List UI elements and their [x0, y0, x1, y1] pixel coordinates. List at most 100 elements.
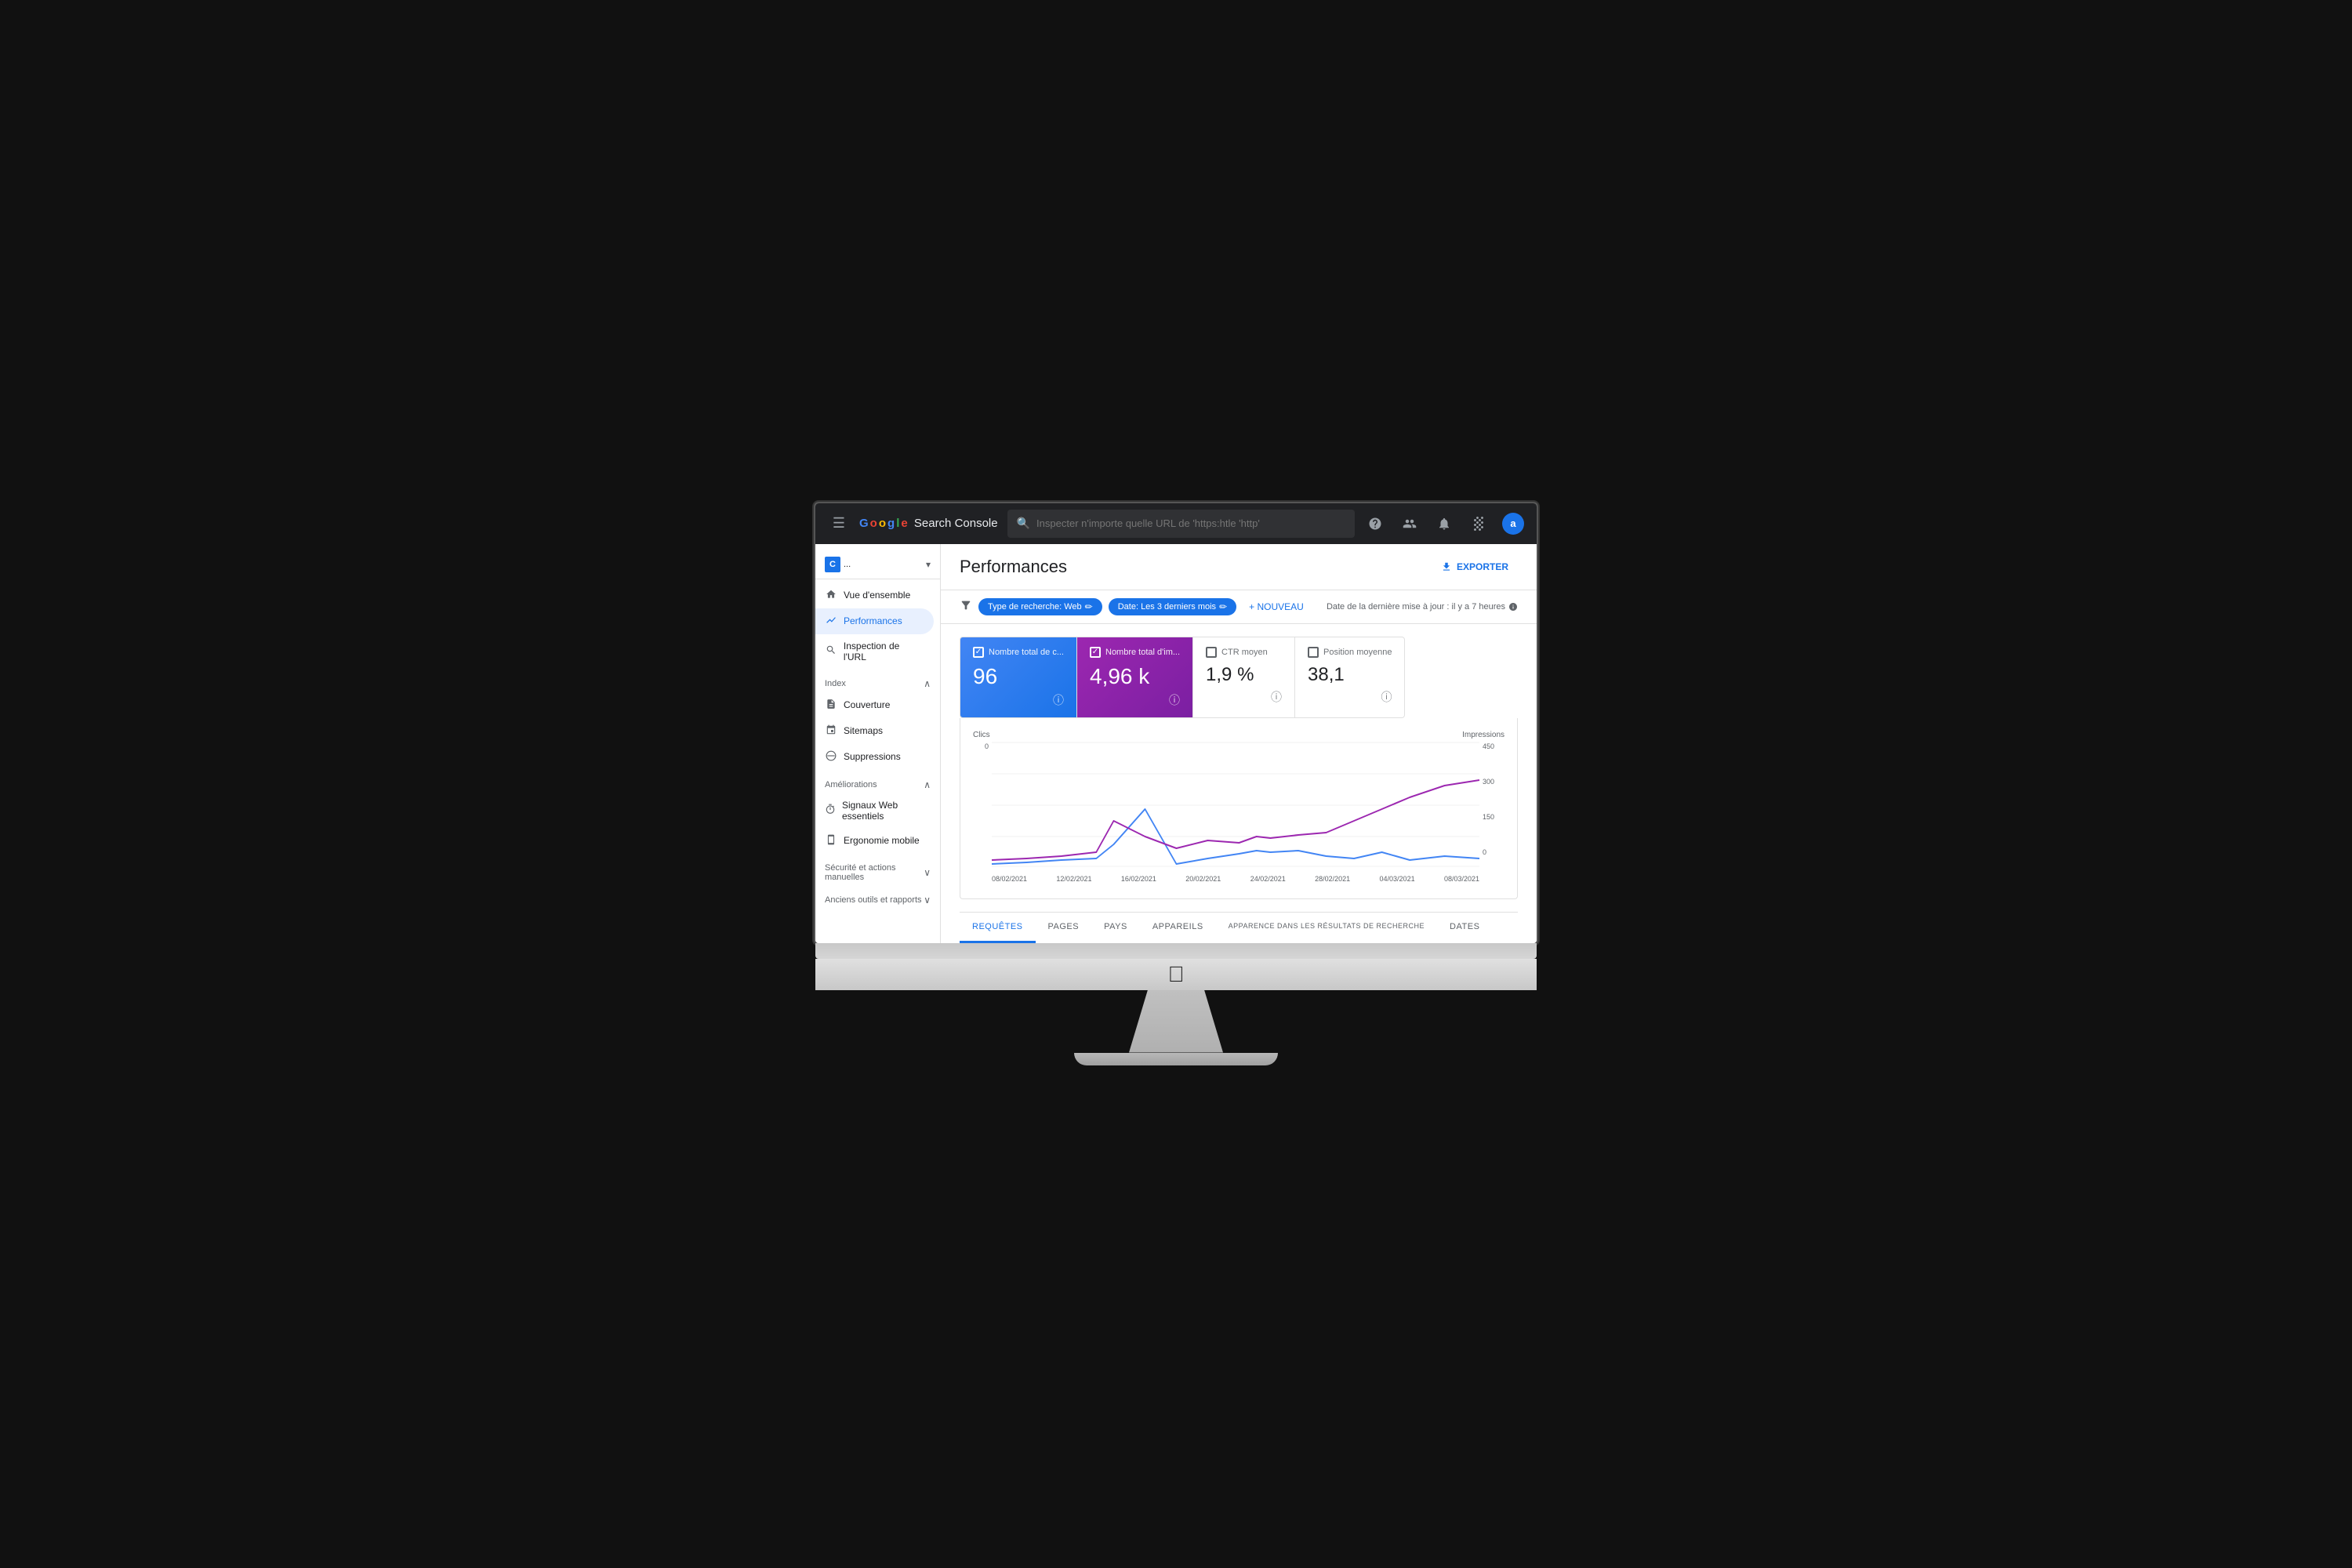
section-label-index: Index ∧ — [815, 669, 940, 692]
add-filter-label: + NOUVEAU — [1249, 601, 1304, 612]
home-icon — [825, 589, 837, 602]
metric-card-impressions[interactable]: ✓ Nombre total d'im... 4,96 k ⓘ — [1077, 637, 1193, 718]
section-index-text: Index — [825, 679, 846, 688]
filter-chip-search-type[interactable]: Type de recherche: Web ✏ — [978, 598, 1102, 615]
stand-base — [1074, 1053, 1278, 1065]
index-collapse-btn[interactable]: ∧ — [924, 678, 931, 689]
metric-card-ctr[interactable]: CTR moyen 1,9 % ⓘ — [1193, 637, 1295, 718]
monitor-chin:  — [815, 959, 1537, 990]
search-bar[interactable]: 🔍 — [1007, 510, 1355, 538]
chart-svg — [992, 742, 1479, 868]
tab-dates[interactable]: DATES — [1437, 913, 1492, 943]
sidebar-label-signaux-web: Signaux Web essentiels — [842, 800, 924, 822]
sidebar-item-suppressions[interactable]: Suppressions — [815, 744, 934, 770]
menu-icon[interactable]: ☰ — [828, 513, 850, 535]
filter-chip-date-label: Date: Les 3 derniers mois — [1118, 602, 1216, 612]
chart-date-3: 16/02/2021 — [1121, 875, 1156, 883]
sidebar-label-sitemaps: Sitemaps — [844, 725, 883, 736]
property-name: ... — [844, 560, 923, 569]
metric-header-clics: ✓ Nombre total de c... — [973, 647, 1064, 658]
sidebar-item-ergonomie-mobile[interactable]: Ergonomie mobile — [815, 828, 934, 854]
chart-label-impressions: Impressions — [1462, 731, 1504, 739]
sidebar: C ... ▾ Vue d'ensemble Performances — [815, 544, 941, 943]
section-label-ameliorations: Améliorations ∧ — [815, 770, 940, 793]
tab-pages[interactable]: PAGES — [1036, 913, 1092, 943]
content-area: Performances EXPORTER Type de recherche:… — [941, 544, 1537, 943]
property-dropdown-icon: ▾ — [926, 559, 931, 570]
stand-neck — [1129, 990, 1223, 1053]
sidebar-label-couverture: Couverture — [844, 699, 890, 710]
tab-appareils[interactable]: APPAREILS — [1140, 913, 1216, 943]
ameliorations-collapse-btn[interactable]: ∧ — [924, 779, 931, 790]
y-axis-right-mid: 300 — [1483, 778, 1504, 786]
y-axis-right-max: 450 — [1483, 742, 1504, 750]
chart-date-6: 28/02/2021 — [1315, 875, 1350, 883]
securite-collapse-btn[interactable]: ∨ — [924, 867, 931, 878]
sitemap-icon — [825, 724, 837, 738]
metric-checkbox-clics: ✓ — [973, 647, 984, 658]
chart-svg-wrapper — [992, 742, 1479, 872]
metric-header-impressions: ✓ Nombre total d'im... — [1090, 647, 1180, 658]
main-layout: C ... ▾ Vue d'ensemble Performances — [815, 544, 1537, 943]
y-axis-left-max: 0 — [973, 742, 989, 750]
tab-apparence[interactable]: APPARENCE DANS LES RÉSULTATS DE RECHERCH… — [1216, 913, 1437, 943]
metric-card-position[interactable]: Position moyenne 38,1 ⓘ — [1295, 637, 1405, 718]
tabs: REQUÊTES PAGES PAYS APPAREILS APPARENCE … — [960, 913, 1518, 943]
metric-label-impressions: Nombre total d'im... — [1105, 648, 1180, 657]
topbar: ☰ Google Search Console 🔍 — [815, 503, 1537, 544]
info-icon-impressions[interactable]: ⓘ — [1169, 692, 1180, 708]
metric-value-clics: 96 — [973, 664, 1064, 689]
page-title: Performances — [960, 557, 1067, 577]
sidebar-item-vue-densemble[interactable]: Vue d'ensemble — [815, 583, 934, 608]
update-info: Date de la dernière mise à jour : il y a… — [1327, 602, 1518, 612]
property-selector[interactable]: C ... ▾ — [815, 550, 940, 579]
section-anciens-outils-text: Anciens outils et rapports — [825, 895, 922, 905]
metric-checkbox-position — [1308, 647, 1319, 658]
trend-icon — [825, 615, 837, 628]
search-input[interactable] — [1036, 517, 1345, 529]
metric-checkbox-ctr — [1206, 647, 1217, 658]
screen-wrapper: ☰ Google Search Console 🔍 — [800, 503, 1552, 1065]
sidebar-label-performances: Performances — [844, 615, 902, 626]
export-button[interactable]: EXPORTER — [1432, 557, 1518, 577]
metric-value-ctr: 1,9 % — [1206, 664, 1282, 686]
tab-requetes[interactable]: REQUÊTES — [960, 913, 1036, 943]
section-label-securite: Sécurité et actions manuelles ∨ — [815, 854, 940, 885]
export-label: EXPORTER — [1457, 561, 1508, 572]
grid-icon[interactable] — [1468, 513, 1490, 535]
chart-container: Clics Impressions 0 — [960, 718, 1518, 899]
info-icon-clics[interactable]: ⓘ — [1053, 692, 1064, 708]
timer-icon — [825, 804, 836, 817]
help-icon[interactable] — [1364, 513, 1386, 535]
anciens-outils-collapse-btn[interactable]: ∨ — [924, 895, 931, 906]
bell-icon[interactable] — [1433, 513, 1455, 535]
metric-card-clics[interactable]: ✓ Nombre total de c... 96 ⓘ — [960, 637, 1077, 718]
add-filter-button[interactable]: + NOUVEAU — [1243, 598, 1310, 615]
chart-labels: Clics Impressions — [973, 731, 1504, 739]
section-ameliorations-text: Améliorations — [825, 780, 877, 789]
sidebar-item-couverture[interactable]: Couverture — [815, 692, 934, 718]
document-icon — [825, 699, 837, 712]
info-icon-ctr[interactable]: ⓘ — [1271, 689, 1282, 705]
filter-chip-date[interactable]: Date: Les 3 derniers mois ✏ — [1109, 598, 1236, 615]
sidebar-item-signaux-web[interactable]: Signaux Web essentiels — [815, 793, 934, 828]
filter-icon — [960, 599, 972, 614]
property-icon: C — [825, 557, 840, 572]
people-icon[interactable] — [1399, 513, 1421, 535]
info-icon-position[interactable]: ⓘ — [1381, 689, 1392, 705]
y-axis-right-low: 150 — [1483, 813, 1504, 821]
sidebar-label-vue-densemble: Vue d'ensemble — [844, 590, 910, 601]
tab-pays[interactable]: PAYS — [1091, 913, 1140, 943]
section-securite-text: Sécurité et actions manuelles — [825, 863, 924, 882]
metric-checkbox-impressions: ✓ — [1090, 647, 1101, 658]
filter-chip-search-type-label: Type de recherche: Web — [988, 602, 1082, 612]
sidebar-item-performances[interactable]: Performances — [815, 608, 934, 634]
edit-icon: ✏ — [1085, 601, 1093, 612]
topbar-actions: a — [1364, 513, 1524, 535]
avatar[interactable]: a — [1502, 513, 1524, 535]
sidebar-item-sitemaps[interactable]: Sitemaps — [815, 718, 934, 744]
metric-label-clics: Nombre total de c... — [989, 648, 1064, 657]
sidebar-item-inspection-url[interactable]: Inspection de l'URL — [815, 634, 934, 669]
metric-header-ctr: CTR moyen — [1206, 647, 1282, 658]
chart-date-4: 20/02/2021 — [1185, 875, 1221, 883]
